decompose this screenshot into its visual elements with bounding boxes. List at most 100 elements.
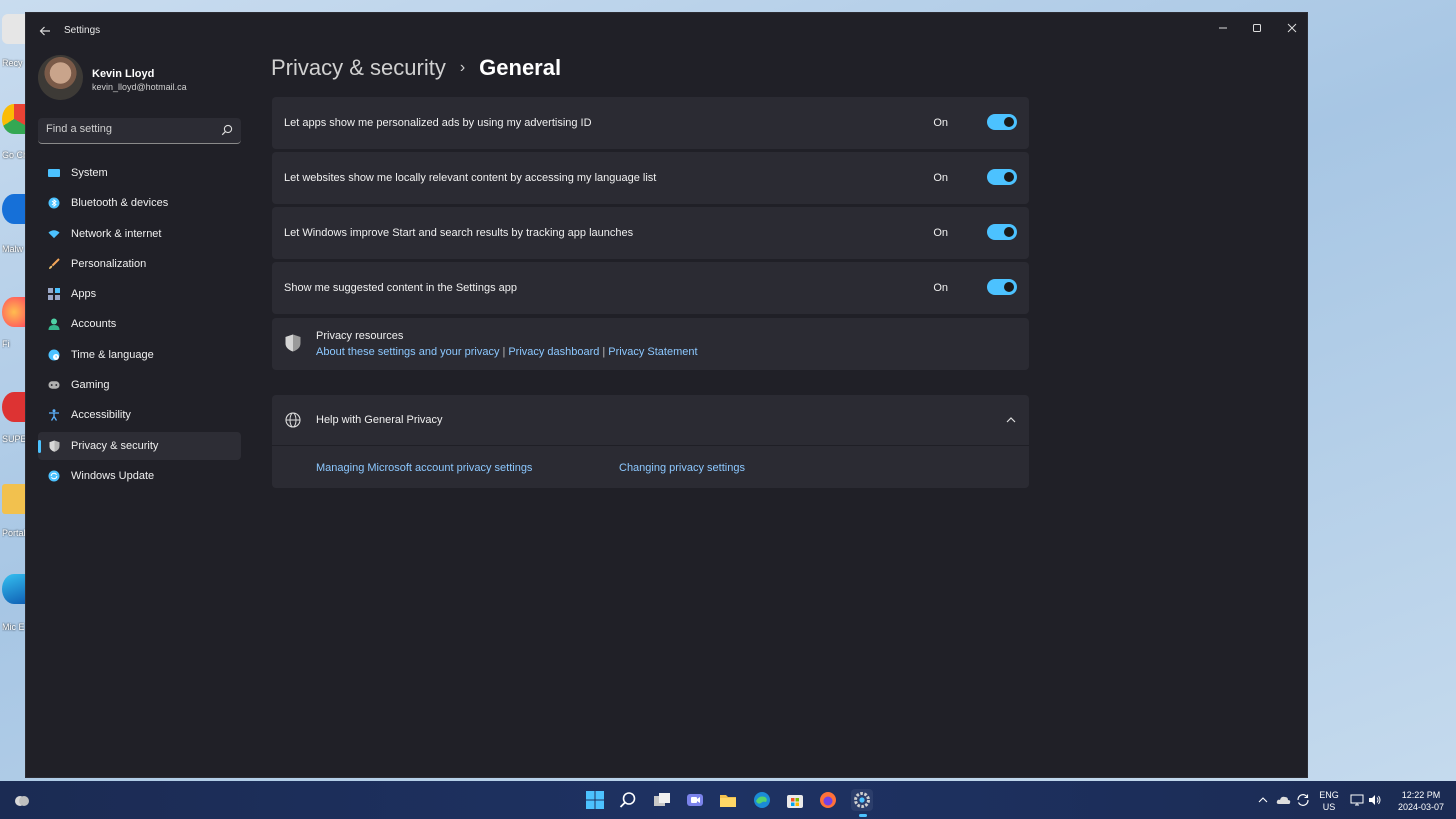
sidebar-item-label: System (71, 167, 108, 179)
app-launches-toggle[interactable] (987, 224, 1017, 240)
language-indicator-top[interactable]: ENG (1316, 790, 1342, 800)
settings-taskbar-button[interactable] (851, 789, 873, 811)
monitor-network-icon (1350, 794, 1364, 806)
shield-icon (285, 334, 301, 352)
desktop-icon-edge[interactable]: Mic E (0, 572, 26, 648)
sidebar-item-label: Accounts (71, 318, 117, 331)
sidebar-item-accounts[interactable]: Accounts (38, 310, 241, 338)
settings-icon (854, 792, 870, 808)
setting-row-suggested-content: Show me suggested content in the Setting… (272, 262, 1029, 314)
sidebar-item-accessibility[interactable]: Accessibility (38, 401, 241, 429)
chevron-up-icon[interactable] (1005, 414, 1017, 426)
sidebar-item-windows-update[interactable]: Windows Update (38, 462, 241, 490)
search-box (38, 118, 241, 144)
managing-account-privacy-link[interactable]: Managing Microsoft account privacy setti… (316, 462, 532, 474)
onedrive-tray-icon[interactable] (1275, 789, 1293, 811)
edge-button[interactable] (751, 789, 773, 811)
task-view-button[interactable] (651, 789, 673, 811)
close-icon (1287, 23, 1297, 33)
volume-tray-icon[interactable] (1366, 789, 1384, 811)
privacy-statement-link[interactable]: Privacy Statement (608, 346, 697, 358)
refresh-icon (1297, 794, 1309, 806)
sidebar-nav: System Bluetooth & devices Network & int… (38, 159, 241, 492)
link-separator: | (502, 346, 506, 358)
volume-icon (1369, 795, 1381, 805)
globe-icon (285, 412, 301, 428)
help-section-header[interactable]: Help with General Privacy (272, 395, 1029, 446)
person-icon (48, 318, 60, 331)
breadcrumb-parent[interactable]: Privacy & security (271, 55, 446, 81)
search-icon[interactable] (221, 124, 233, 136)
toggle-state-text: On (933, 227, 948, 239)
sidebar-item-bluetooth[interactable]: Bluetooth & devices (38, 189, 241, 217)
store-button[interactable] (784, 789, 806, 811)
file-explorer-button[interactable] (717, 789, 739, 811)
clock-time[interactable]: 12:22 PM (1390, 790, 1452, 800)
privacy-resources-title: Privacy resources (316, 330, 404, 342)
about-privacy-link[interactable]: About these settings and your privacy (316, 346, 499, 358)
language-indicator-bottom[interactable]: US (1316, 802, 1342, 812)
desktop-icon-firefox[interactable]: Fi (0, 295, 26, 355)
gamepad-icon (48, 379, 60, 391)
clock-date[interactable]: 2024-03-07 (1390, 802, 1452, 812)
sidebar-item-privacy-security[interactable]: Privacy & security (38, 431, 241, 460)
sidebar-item-apps[interactable]: Apps (38, 280, 241, 308)
desktop-icon-superantispyware[interactable]: SUPE Free (0, 390, 26, 458)
sidebar-item-personalization[interactable]: Personalization (38, 250, 241, 278)
desktop-icon-chrome[interactable]: Go Chi (0, 100, 26, 176)
language-list-toggle[interactable] (987, 169, 1017, 185)
desktop-icon-label: Go Chi (2, 150, 26, 160)
sidebar-item-system[interactable]: System (38, 159, 241, 187)
taskbar: ENG US 12:22 PM 2024-03-07 (0, 781, 1456, 819)
desktop-icon-label: Malw (2, 244, 24, 254)
weather-widget[interactable] (11, 789, 33, 811)
start-button[interactable] (584, 789, 606, 811)
edge-icon (754, 792, 770, 808)
sidebar-item-label: Privacy & security (71, 439, 159, 452)
desktop-icon-label: Fi (2, 339, 10, 349)
sidebar-item-gaming[interactable]: Gaming (38, 371, 241, 399)
minimize-button[interactable] (1206, 17, 1240, 39)
changing-privacy-settings-link[interactable]: Changing privacy settings (619, 462, 745, 474)
privacy-dashboard-link[interactable]: Privacy dashboard (508, 346, 599, 358)
sidebar-item-label: Accessibility (71, 409, 131, 422)
sync-tray-icon[interactable] (1294, 789, 1312, 811)
chat-button[interactable] (684, 789, 706, 811)
chat-icon (687, 794, 703, 806)
firefox-icon (820, 792, 836, 808)
advertising-id-toggle[interactable] (987, 114, 1017, 130)
sidebar-item-label: Personalization (71, 257, 147, 270)
file-explorer-icon (720, 795, 736, 807)
avatar[interactable] (38, 55, 83, 100)
settings-window: Settings Kevin Lloyd kevin_lloyd@hotmail… (25, 12, 1308, 778)
close-button[interactable] (1275, 17, 1309, 39)
toggle-state-text: On (933, 172, 948, 184)
sidebar-item-label: Apps (71, 288, 97, 301)
help-section-title: Help with General Privacy (316, 414, 443, 426)
firefox-button[interactable] (817, 789, 839, 811)
show-hidden-icons-button[interactable] (1256, 789, 1270, 811)
toggle-state-text: On (933, 117, 948, 129)
privacy-resources-card: Privacy resources About these settings a… (272, 318, 1029, 370)
sidebar-item-time-language[interactable]: Time & language (38, 341, 241, 369)
task-view-icon (654, 793, 670, 806)
desktop-icon-malwarebytes[interactable]: Malw (0, 192, 26, 258)
active-app-indicator (859, 814, 867, 817)
wifi-icon (48, 228, 60, 240)
sidebar-item-network[interactable]: Network & internet (38, 220, 241, 248)
system-icon (48, 167, 60, 179)
maximize-button[interactable] (1240, 17, 1274, 39)
taskbar-search-button[interactable] (617, 789, 639, 811)
back-button[interactable] (36, 22, 54, 40)
suggested-content-toggle[interactable] (987, 279, 1017, 295)
breadcrumb: Privacy & security › General (271, 55, 561, 81)
sidebar-item-label: Gaming (71, 379, 110, 392)
maximize-icon (1253, 24, 1261, 32)
network-tray-icon[interactable] (1348, 789, 1366, 811)
window-title: Settings (64, 25, 101, 36)
desktop-icon-portal[interactable]: Portal (0, 482, 26, 542)
setting-row-app-launches: Let Windows improve Start and search res… (272, 207, 1029, 259)
link-separator: | (602, 346, 606, 358)
desktop-icon-recycle[interactable]: Recy (0, 10, 26, 72)
search-input[interactable] (46, 123, 216, 135)
